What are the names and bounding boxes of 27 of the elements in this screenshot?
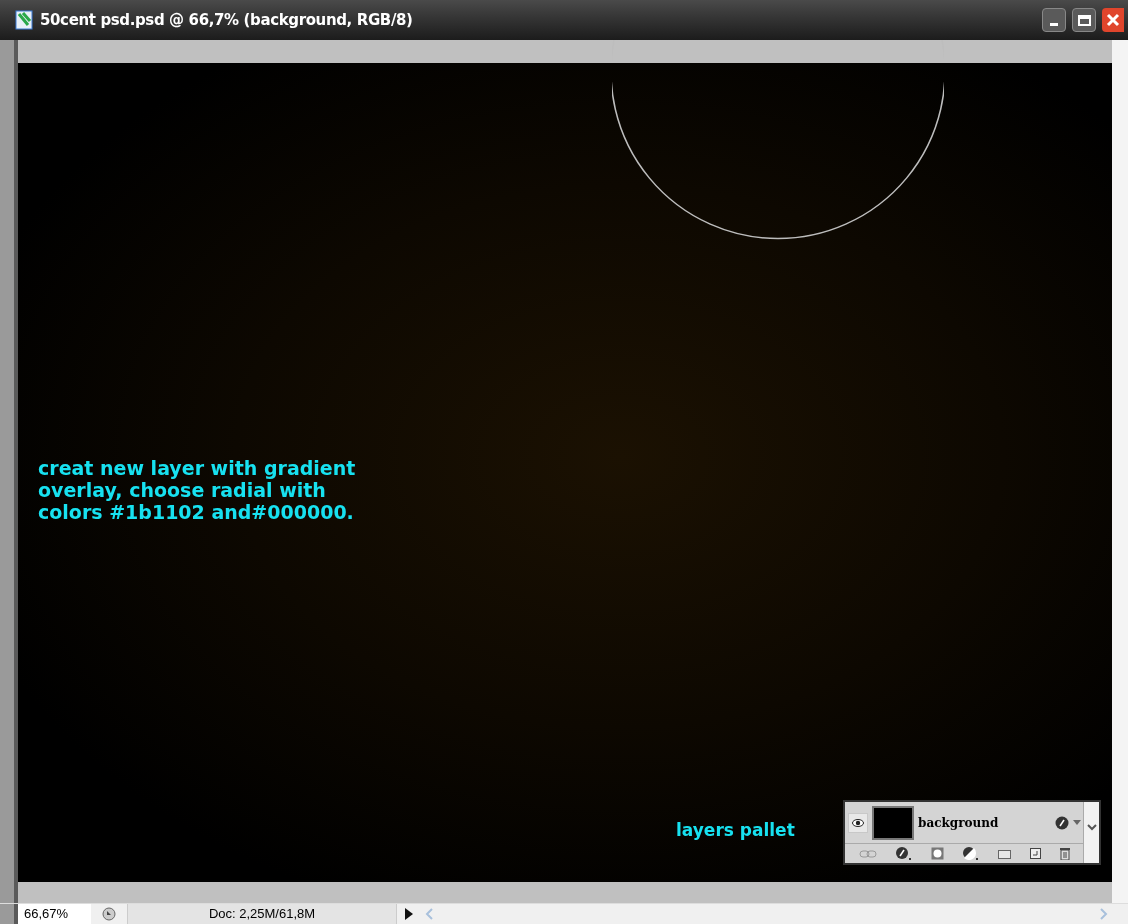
- document-size: Doc: 2,25M/61,8M: [127, 904, 397, 924]
- new-layer-icon[interactable]: [1029, 848, 1041, 859]
- window-title: 50cent psd.psd @ 66,7% (background, RGB/8): [40, 9, 413, 31]
- effects-icon[interactable]: [1055, 815, 1069, 830]
- trash-icon[interactable]: [1059, 847, 1070, 860]
- visibility-toggle[interactable]: [848, 812, 868, 833]
- close-button[interactable]: [1102, 8, 1124, 32]
- maximize-button[interactable]: [1072, 8, 1096, 32]
- scrollbar[interactable]: [1083, 802, 1099, 863]
- layer-thumbnail: [872, 805, 914, 840]
- eye-icon: [852, 818, 864, 827]
- caret-icon[interactable]: [1073, 820, 1081, 825]
- layer-name[interactable]: background: [918, 813, 1051, 832]
- mask-icon[interactable]: [930, 847, 944, 860]
- play-icon[interactable]: [405, 908, 413, 920]
- close-icon: [1106, 13, 1120, 27]
- zoom-level[interactable]: 66,67%: [18, 904, 91, 924]
- adjustment-icon[interactable]: [962, 847, 979, 860]
- vertical-scrollbar[interactable]: [1112, 40, 1128, 903]
- effects-icon[interactable]: [895, 847, 912, 860]
- instruction-text: creat new layer with gradient overlay, choose radial with colors #1b1102 and#000000.: [38, 457, 357, 523]
- document-icon: [14, 9, 34, 31]
- palette-label: layers pallet: [676, 819, 795, 842]
- scroll-down-icon[interactable]: [1086, 824, 1097, 831]
- folder-icon[interactable]: [997, 848, 1011, 859]
- minimize-button[interactable]: [1042, 8, 1066, 32]
- status-icon[interactable]: [101, 907, 117, 921]
